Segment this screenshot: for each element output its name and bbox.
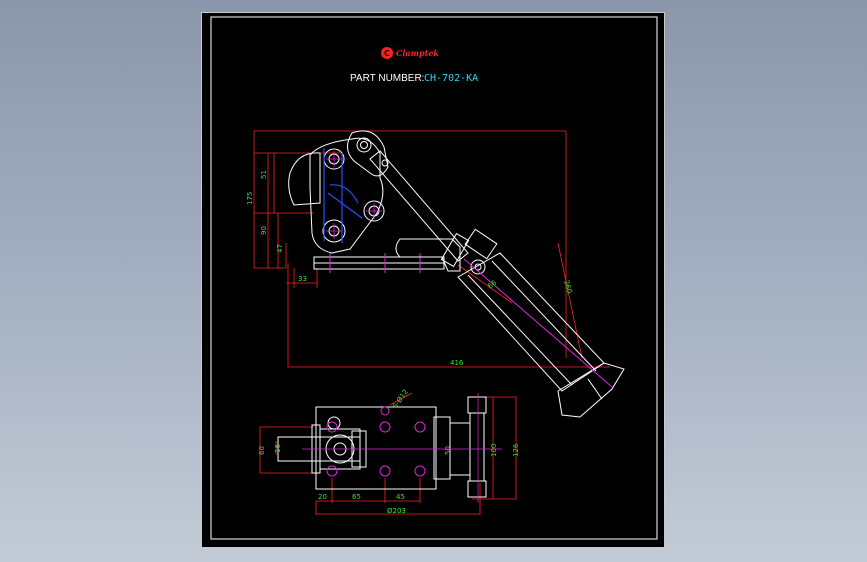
dim-edge: 20	[318, 493, 327, 501]
dim-slot: 16	[274, 444, 282, 453]
part-number-value: CH-702-KA	[424, 73, 478, 84]
dim-pitch-a: 65	[352, 493, 361, 501]
hole-4	[326, 465, 338, 477]
dim-overall-length: 416	[450, 359, 464, 367]
dim-handle-length: 260	[562, 279, 573, 294]
hole-2	[379, 421, 391, 433]
back-cover	[288, 152, 321, 206]
top-view: 6-Ø12 60 16 50 100 126 20 65 45 Ø203	[258, 388, 520, 515]
top-handle-end-b	[467, 480, 487, 498]
side-view: 175 51 90 47 33 416 260 66	[246, 130, 625, 418]
dim-base-offset: 33	[298, 275, 307, 283]
dim-overall-height: 175	[246, 192, 254, 205]
dim-upper-height: 51	[260, 170, 268, 179]
dim-frame-bottom	[287, 263, 610, 368]
dim-frame-right	[254, 130, 567, 358]
clamp-body	[309, 137, 384, 254]
hole-6	[414, 465, 426, 477]
drawing-sheet: C Clamptek PART NUMBER: CH-702-KA 175 51…	[201, 12, 665, 548]
cad-drawing: C Clamptek PART NUMBER: CH-702-KA 175 51…	[210, 16, 658, 540]
dim-total-length: Ø203	[387, 507, 406, 515]
dim-width-left: 60	[258, 446, 266, 455]
dim-inner-width: 100	[490, 444, 498, 457]
top-handle-end-a	[467, 396, 487, 414]
dim-pitch-b: 45	[396, 493, 405, 501]
hole-1	[326, 421, 338, 433]
handle-grip	[557, 362, 625, 418]
dim-mid-height: 90	[260, 226, 268, 235]
dim-outer-width: 126	[512, 443, 520, 457]
hole-5	[379, 465, 391, 477]
dim-base-height: 47	[276, 244, 284, 253]
part-number-label: PART NUMBER:	[350, 73, 424, 84]
hole-3	[414, 421, 426, 433]
link-rod	[369, 150, 469, 262]
logo-letter: C	[384, 49, 390, 58]
brand-name: Clamptek	[396, 48, 439, 58]
dim-hole-spacing: 50	[444, 446, 452, 455]
brand-logo: C Clamptek	[381, 47, 439, 59]
